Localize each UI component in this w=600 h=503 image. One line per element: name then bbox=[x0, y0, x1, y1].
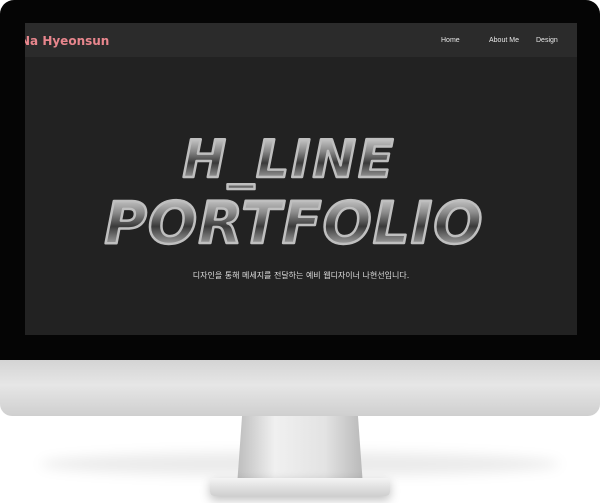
monitor-chin bbox=[0, 360, 600, 416]
hero-title-graphic: H_LINE PORTFOLIO bbox=[103, 129, 484, 259]
hero-title-line1: H_LINE bbox=[182, 130, 395, 190]
monitor-stand bbox=[237, 416, 363, 486]
monitor-screen: Na Hyeonsun Home About Me Design H_LINE … bbox=[25, 23, 577, 335]
monitor-base bbox=[210, 478, 390, 496]
hero-subtitle: 디자인을 통해 메세지를 전달하는 예비 웹디자이너 나현선입니다. bbox=[192, 271, 410, 280]
hero-title-line2: PORTFOLIO bbox=[104, 189, 483, 257]
